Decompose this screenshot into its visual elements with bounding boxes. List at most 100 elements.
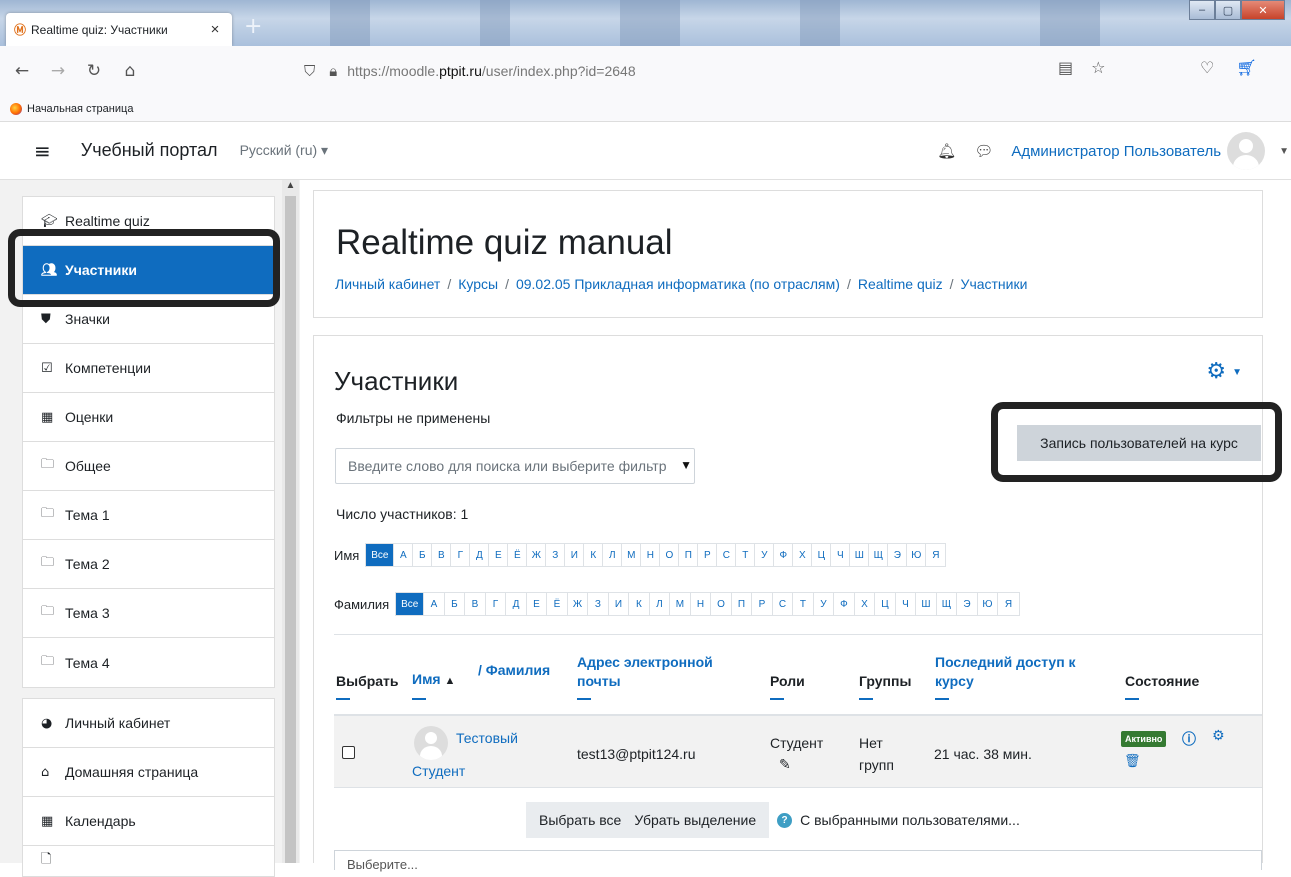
initial-letter[interactable]: Ш [916,593,937,615]
initial-letter[interactable]: Ё [547,593,568,615]
initial-letter[interactable]: Б [413,544,433,566]
initial-letter[interactable]: Т [793,593,814,615]
pocket-icon[interactable]: ♡ [1200,58,1214,78]
user-firstname-link[interactable]: Тестовый [456,730,518,746]
initial-letter[interactable]: Р [698,544,718,566]
initial-letter[interactable]: М [622,544,642,566]
initial-letter[interactable]: Д [470,544,490,566]
lock-icon[interactable]: 🔒︎ [329,63,337,80]
with-selected-select[interactable]: Выберите... [334,850,1262,872]
bookmark-star-icon[interactable]: ☆ [1091,58,1105,78]
initial-letter[interactable]: В [465,593,486,615]
initial-letter[interactable]: И [609,593,630,615]
header-lastaccess[interactable]: Последний доступ к курсу [935,653,1076,700]
bell-icon[interactable]: 🔔︎ [937,142,956,160]
hamburger-menu-icon[interactable]: ≡ [34,139,51,163]
initial-letter[interactable]: О [711,593,732,615]
initial-letter[interactable]: В [432,544,452,566]
initial-letter[interactable]: Щ [869,544,889,566]
header-email[interactable]: Адрес электронной почты [577,653,713,700]
minimize-icon[interactable]: – [1189,0,1215,20]
initial-letter[interactable]: У [755,544,775,566]
initial-letter[interactable]: З [588,593,609,615]
initial-letter[interactable]: К [629,593,650,615]
initial-letter[interactable]: Д [506,593,527,615]
initial-letter[interactable]: Т [736,544,756,566]
sidebar-item-partial[interactable]: 🗋︎ [23,846,274,876]
sidebar-item-topic-1[interactable]: 🗀︎ Тема 1 [23,491,274,540]
url-text[interactable]: https://moodle.ptpit.ru/user/index.php?i… [347,63,635,79]
user-name[interactable]: Администратор Пользователь [1011,143,1221,160]
shield-icon[interactable]: ⛉ [304,63,315,80]
breadcrumb-dashboard[interactable]: Личный кабинет [335,276,440,292]
sidebar-item-topic-3[interactable]: 🗀︎ Тема 3 [23,589,274,638]
initial-letter[interactable]: Щ [937,593,958,615]
header-select[interactable]: Выбрать [336,672,399,700]
initial-letter[interactable]: Е [489,544,509,566]
chevron-down-icon[interactable]: ▼ [1279,146,1289,157]
reload-icon[interactable]: ↻ [76,53,112,89]
collapse-icon[interactable] [1125,698,1139,700]
help-icon[interactable]: ? [777,812,793,828]
trash-icon[interactable]: 🗑︎ [1124,754,1141,769]
initial-letter[interactable]: Ц [812,544,832,566]
sidebar-item-competencies[interactable]: ☑ Компетенции [23,344,274,393]
initial-letter[interactable]: М [670,593,691,615]
initial-letter[interactable]: Я [998,593,1019,615]
initial-letter[interactable]: З [546,544,566,566]
initial-letter[interactable]: Х [855,593,876,615]
url-bar[interactable]: ⛉ 🔒︎ https://moodle.ptpit.ru/user/index.… [300,54,1100,88]
initial-letter[interactable]: Н [641,544,661,566]
info-icon[interactable]: ⓘ [1182,729,1196,749]
user-avatar[interactable] [414,726,448,760]
initial-letter[interactable]: Ж [568,593,589,615]
initial-letter[interactable]: Г [486,593,507,615]
scrollbar[interactable]: ▲ [282,180,299,863]
initial-letter[interactable]: О [660,544,680,566]
initial-letter[interactable]: Ч [831,544,851,566]
initial-letter[interactable]: Г [451,544,471,566]
dropdown-arrow-icon[interactable]: ▼ [680,458,692,472]
initial-letter[interactable]: Ц [875,593,896,615]
header-lastname[interactable]: / Фамилия [478,661,550,680]
home-icon[interactable]: ⌂ [112,53,148,89]
initial-letter[interactable]: П [679,544,699,566]
breadcrumb-courses[interactable]: Курсы [458,276,498,292]
sidebar-item-topic-2[interactable]: 🗀︎ Тема 2 [23,540,274,589]
browser-tab[interactable]: Ⓜ Realtime quiz: Участники × [6,13,232,46]
initial-all[interactable]: Все [396,593,425,615]
user-lastname-link[interactable]: Студент [412,763,465,779]
initial-letter[interactable]: Л [603,544,623,566]
scroll-thumb[interactable] [285,196,296,863]
breadcrumb-course[interactable]: Realtime quiz [858,276,943,292]
initial-letter[interactable]: Н [691,593,712,615]
initial-all[interactable]: Все [366,544,395,566]
row-checkbox[interactable] [342,746,355,759]
initial-letter[interactable]: У [814,593,835,615]
collapse-icon[interactable] [577,698,591,700]
site-name[interactable]: Учебный портал [81,140,218,161]
select-all-button[interactable]: Выбрать все [526,802,635,838]
reader-view-icon[interactable]: ▤ [1058,58,1073,78]
collapse-icon[interactable] [935,698,949,700]
initial-letter[interactable]: С [717,544,737,566]
sidebar-item-general[interactable]: 🗀︎ Общее [23,442,274,491]
scroll-up-icon[interactable]: ▲ [282,180,299,196]
initial-letter[interactable]: Ч [896,593,917,615]
deselect-button[interactable]: Убрать выделение [634,802,770,838]
chevron-down-icon[interactable]: ▼ [1232,367,1242,378]
settings-menu[interactable]: ⚙ ▼ [1206,358,1242,384]
initial-letter[interactable]: Б [445,593,466,615]
sidebar-item-calendar[interactable]: ▦ Календарь [23,797,274,846]
enrol-users-button[interactable]: Запись пользователей на курс [1017,425,1261,461]
breadcrumb-category[interactable]: 09.02.05 Прикладная информатика (по отра… [516,276,840,292]
initial-letter[interactable]: А [394,544,414,566]
collapse-icon[interactable] [770,698,784,700]
sidebar-item-topic-4[interactable]: 🗀︎ Тема 4 [23,638,274,687]
initial-letter[interactable]: П [732,593,753,615]
search-input[interactable]: Введите слово для поиска или выберите фи… [335,448,695,484]
initial-letter[interactable]: Ж [527,544,547,566]
initial-letter[interactable]: Ш [850,544,870,566]
tab-close-icon[interactable]: × [206,21,224,38]
header-firstname[interactable]: Имя ▲ [412,670,455,700]
